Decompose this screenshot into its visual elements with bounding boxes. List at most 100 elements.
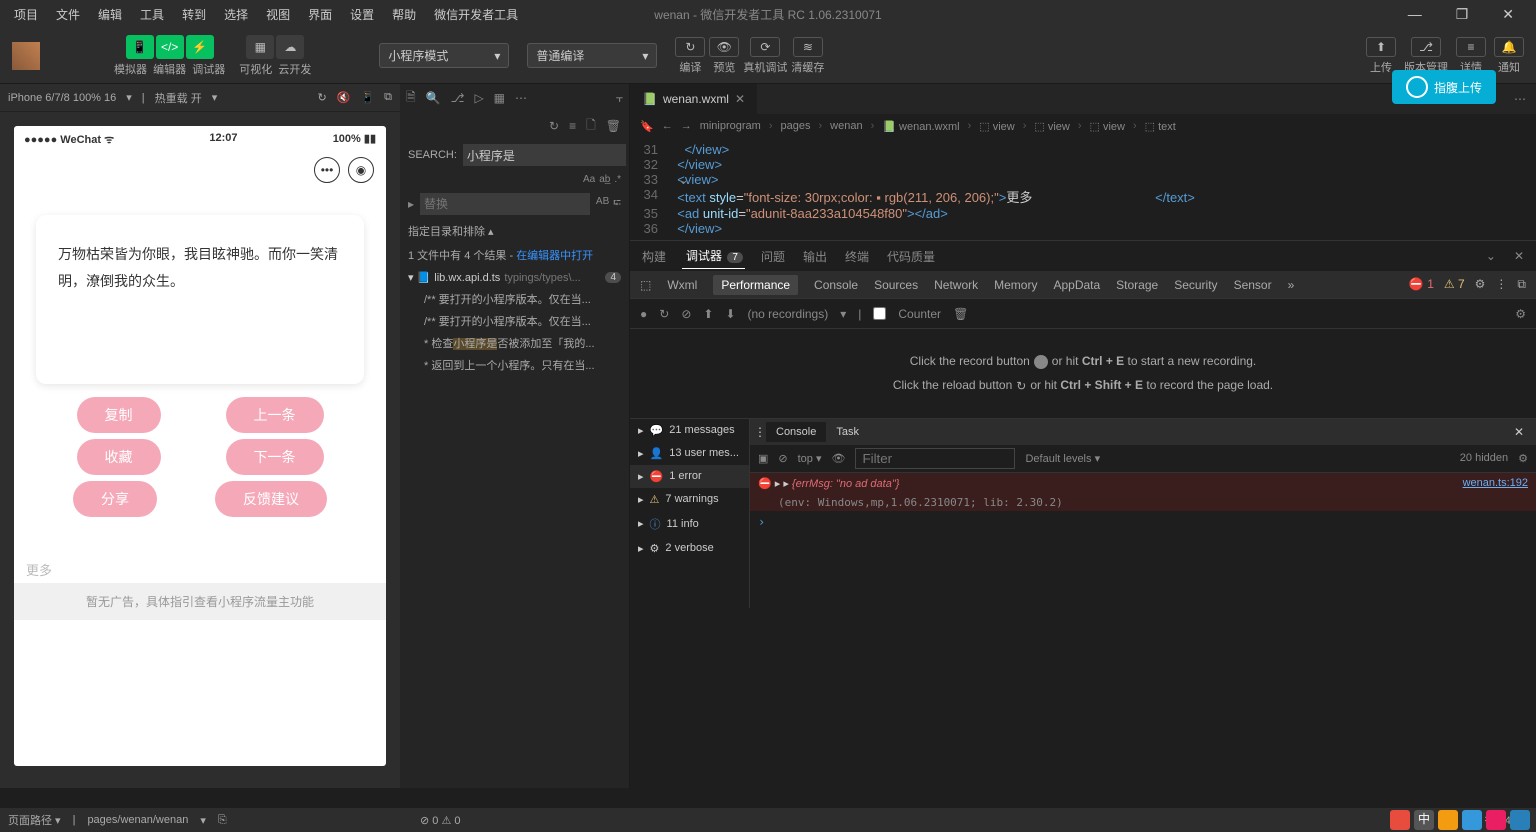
devtab[interactable]: Security (1174, 278, 1217, 292)
bookmark-icon[interactable]: 🔖 (640, 120, 654, 133)
menu-item[interactable]: 选择 (216, 2, 256, 27)
tray-icon[interactable] (1438, 810, 1458, 830)
panel-tab[interactable]: 输出 (801, 244, 829, 269)
ext-icon[interactable]: ▦ (494, 91, 505, 105)
rotate-icon[interactable]: 📱 (360, 91, 374, 104)
clear-icon[interactable]: ⊘ (681, 307, 691, 321)
capsule-menu-icon[interactable]: ••• (314, 157, 340, 183)
copy-button[interactable]: 复制 (77, 397, 161, 433)
filter-input[interactable] (855, 448, 1015, 469)
close-icon[interactable]: ✕ (1494, 2, 1522, 27)
devtab[interactable]: AppData (1053, 278, 1100, 292)
explorer-icon[interactable]: 🗎 (406, 88, 416, 109)
counter-checkbox[interactable] (873, 307, 886, 320)
devtab[interactable]: Wxml (667, 278, 697, 292)
detail-button[interactable]: ≡ (1456, 37, 1486, 57)
kebab-icon[interactable]: ⋮ (1495, 277, 1507, 292)
debugger-button[interactable]: ⚡ (186, 35, 214, 59)
tray-icon[interactable]: 中 (1414, 810, 1434, 830)
newfile-icon[interactable]: 🗋 (586, 116, 596, 137)
console-filter-row[interactable]: ▸ 💬 21 messages (630, 419, 749, 442)
code-editor[interactable]: 31 </view> 32 </view> 33⌄ <view> 34 <tex… (630, 138, 1536, 240)
result-line[interactable]: /** 要打开的小程序版本。仅在当... (400, 288, 629, 310)
hidden-label[interactable]: 20 hidden (1460, 452, 1508, 464)
replace-input[interactable] (420, 193, 590, 215)
remote-debug-button[interactable]: ⟳ (750, 37, 780, 57)
sidebar-toggle-icon[interactable]: ▣ (758, 452, 768, 465)
perf-gear-icon[interactable]: ⚙ (1515, 307, 1526, 321)
reload-icon[interactable]: ↻ (659, 307, 669, 321)
next-button[interactable]: 下一条 (226, 439, 324, 475)
error-source-link[interactable]: wenan.ts:192 (1463, 477, 1528, 490)
result-line[interactable]: /** 要打开的小程序版本。仅在当... (400, 310, 629, 332)
trash-icon[interactable]: 🗑 (953, 307, 968, 321)
open-in-editor-link[interactable]: 在编辑器中打开 (516, 250, 593, 262)
panel-close-icon[interactable]: ✕ (1512, 245, 1526, 267)
panel-tab[interactable]: 问题 (759, 244, 787, 269)
eye-icon[interactable]: 👁 (832, 452, 846, 465)
match-case-icon[interactable]: Aa (583, 174, 595, 185)
devtab[interactable]: Performance (713, 275, 798, 295)
menu-item[interactable]: 视图 (258, 2, 298, 27)
inspect-icon[interactable]: ⬚ (640, 278, 651, 292)
console-prompt[interactable]: › (750, 511, 1536, 533)
status-path[interactable]: pages/wenan/wenan (87, 814, 188, 826)
console-error-row[interactable]: ⛔ ▸ ▸ {errMsg: "no ad data"} wenan.ts:19… (750, 473, 1536, 494)
panel-tab[interactable]: 构建 (640, 244, 668, 269)
mute-icon[interactable]: 🔇 (337, 91, 351, 104)
console-filter-row[interactable]: ▸ ⚠ 7 warnings (630, 488, 749, 511)
compile-button[interactable]: ↻ (675, 37, 705, 57)
preserve-case-icon[interactable]: AB (596, 196, 609, 213)
search-input[interactable] (463, 144, 626, 166)
status-copy-icon[interactable]: ⎘ (218, 814, 227, 827)
result-line[interactable]: * 返回到上一个小程序。只有在当... (400, 354, 629, 376)
split-icon[interactable]: ⫟ (616, 91, 623, 106)
menu-item[interactable]: 微信开发者工具 (426, 2, 526, 27)
dock-icon[interactable]: ⧉ (1517, 277, 1526, 292)
minimize-icon[interactable]: — (1400, 2, 1430, 27)
mode-select[interactable]: 小程序模式▾ (379, 43, 509, 68)
search-scope[interactable]: 指定目录和排除 ▴ (400, 219, 629, 243)
fold-icon[interactable]: ⌄ (678, 172, 689, 188)
upload-perf-icon[interactable]: ⬆ (703, 307, 713, 321)
console-filter-row[interactable]: ▸ 👤 13 user mes... (630, 442, 749, 465)
whole-word-icon[interactable]: ab̲ (599, 174, 610, 185)
clear-cache-button[interactable]: ≋ (793, 37, 823, 57)
devtab[interactable]: Sources (874, 278, 918, 292)
back-icon[interactable]: ← (662, 120, 673, 132)
cloud-button[interactable]: ☁ (276, 35, 304, 59)
panel-tab[interactable]: 代码质量 (885, 244, 937, 269)
devtab[interactable]: Console (814, 278, 858, 292)
gear-icon[interactable]: ⚙ (1475, 277, 1486, 292)
result-line[interactable]: * 检查小程序是否被添加至「我的... (400, 332, 629, 354)
tray-icon[interactable] (1390, 810, 1410, 830)
download-perf-icon[interactable]: ⬇ (725, 307, 735, 321)
capsule-close-icon[interactable]: ◉ (348, 157, 374, 183)
menu-item[interactable]: 项目 (6, 2, 46, 27)
levels-select[interactable]: Default levels ▾ (1025, 452, 1100, 465)
share-button[interactable]: 分享 (73, 481, 157, 517)
menu-item[interactable]: 编辑 (90, 2, 130, 27)
branch-icon[interactable]: ⎇ (451, 91, 465, 105)
regex-icon[interactable]: .* (614, 174, 621, 185)
devtab[interactable]: Sensor (1234, 278, 1272, 292)
menu-item[interactable]: 转到 (174, 2, 214, 27)
collapse-icon[interactable]: ≡ (569, 119, 576, 133)
devtab[interactable]: Network (934, 278, 978, 292)
upload-button[interactable]: ⬆ (1366, 37, 1396, 57)
fav-button[interactable]: 收藏 (77, 439, 161, 475)
notify-button[interactable]: 🔔 (1494, 37, 1524, 57)
replace-all-icon[interactable]: ⮓ (613, 196, 621, 213)
menu-item[interactable]: 工具 (132, 2, 172, 27)
panel-tab[interactable]: 终端 (843, 244, 871, 269)
tray-icon[interactable] (1510, 810, 1530, 830)
editor-more-icon[interactable]: ⋯ (1504, 92, 1536, 106)
avatar[interactable] (12, 42, 40, 70)
compile-select[interactable]: 普通编译▾ (527, 43, 657, 68)
drawer-close-icon[interactable]: ✕ (1506, 425, 1532, 439)
clear-icon[interactable]: 🗑 (606, 119, 621, 133)
panel-tab[interactable]: 调试器 7 (682, 243, 745, 269)
refresh-icon[interactable]: ↻ (318, 91, 327, 104)
console-filter-row[interactable]: ▸ ⛔ 1 error (630, 465, 749, 488)
menu-item[interactable]: 帮助 (384, 2, 424, 27)
